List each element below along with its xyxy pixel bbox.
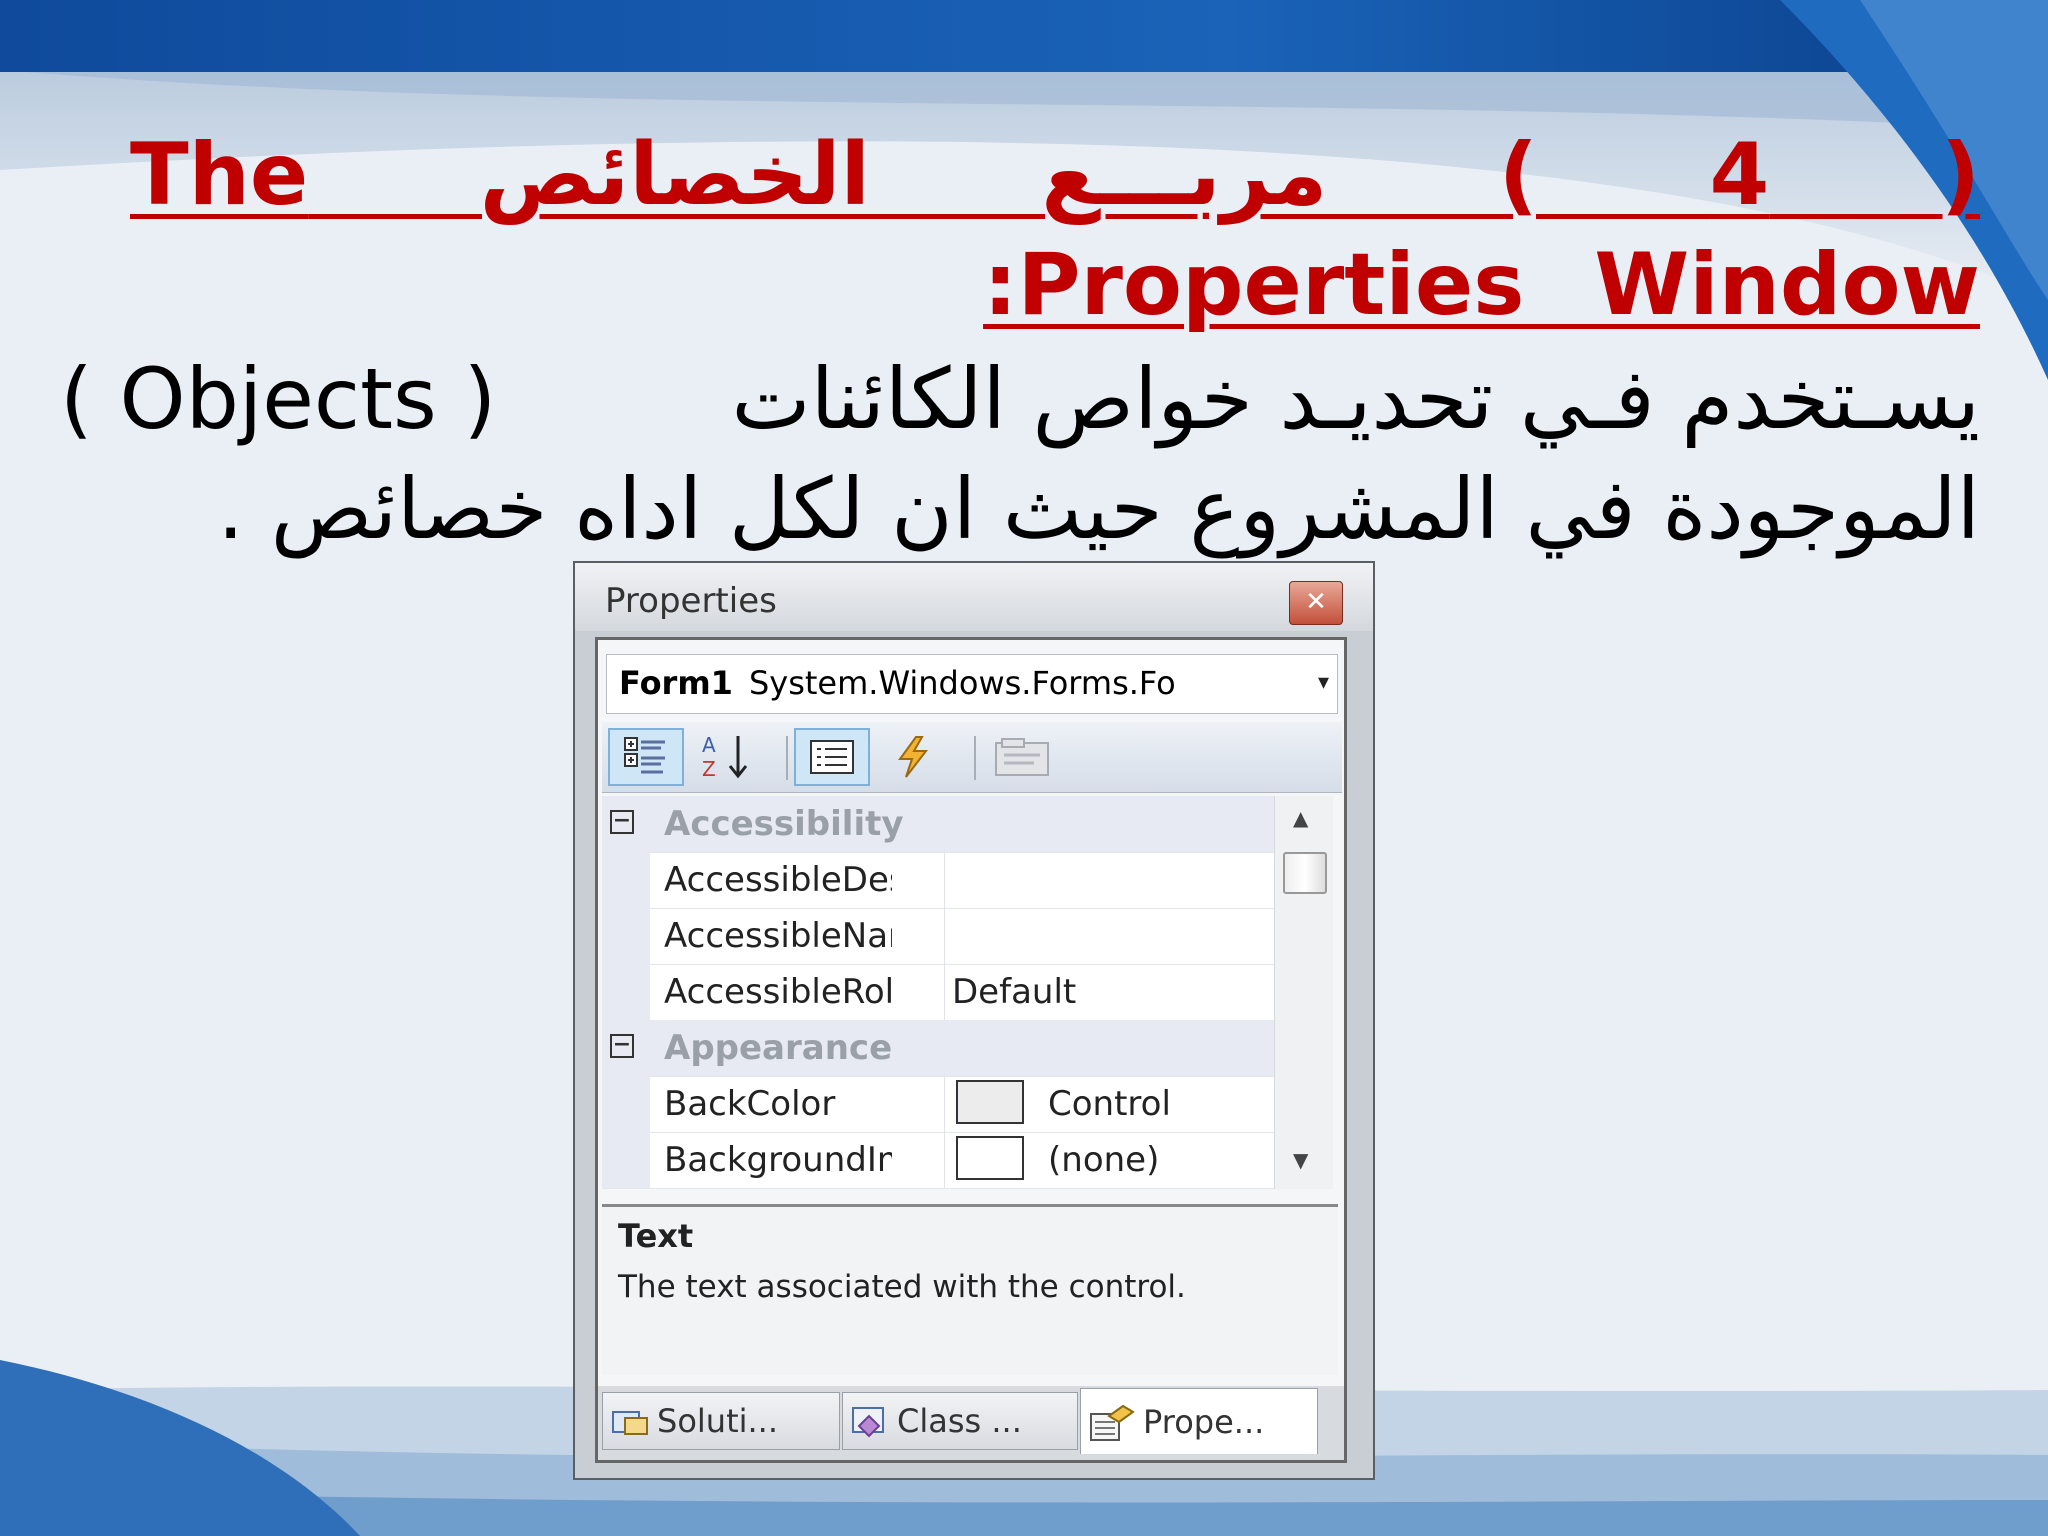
property-value[interactable]: (none): [1048, 1140, 1159, 1180]
body-line-1: يسـتخدم فـي تحديـد خواص الكائنات ( Objec…: [60, 344, 1980, 454]
categorized-icon: [624, 737, 665, 774]
properties-toolbar: A Z: [602, 722, 1342, 793]
description-text: The text associated with the control.: [618, 1269, 1186, 1305]
property-pages-button[interactable]: [984, 728, 1060, 786]
property-name: BackgroundIm: [664, 1140, 892, 1180]
category-appearance[interactable]: − Appearance: [602, 1020, 1274, 1077]
color-swatch: [956, 1080, 1024, 1124]
property-name: AccessibleNam: [664, 916, 892, 956]
property-value[interactable]: Default: [952, 972, 1076, 1012]
tab-label: Soluti...: [657, 1402, 779, 1440]
object-selector[interactable]: Form1 System.Windows.Forms.Fo ▾: [606, 654, 1338, 714]
property-row[interactable]: BackgroundIm (none): [602, 1132, 1274, 1189]
tab-properties[interactable]: Prope...: [1080, 1388, 1318, 1454]
property-row[interactable]: AccessibleRole Default: [602, 964, 1274, 1021]
scroll-down-icon[interactable]: ▼: [1293, 1148, 1308, 1172]
property-name: BackColor: [664, 1084, 836, 1124]
category-accessibility[interactable]: − Accessibility: [602, 796, 1274, 853]
properties-window: Properties ✕ Form1 System.Windows.Forms.F…: [573, 561, 1375, 1480]
property-pages-icon: [995, 738, 1049, 776]
tab-class-view[interactable]: Class ...: [842, 1392, 1078, 1450]
slide-body: يسـتخدم فـي تحديـد خواص الكائنات ( Objec…: [60, 344, 1980, 564]
svg-text:A: A: [702, 733, 716, 757]
description-pane: Text The text associated with the contro…: [602, 1204, 1338, 1375]
property-value[interactable]: Control: [1048, 1084, 1171, 1124]
svg-text:Z: Z: [702, 757, 716, 781]
properties-panel: Form1 System.Windows.Forms.Fo ▾ A Z − Ac…: [595, 637, 1347, 1463]
tab-label: Class ...: [897, 1402, 1022, 1440]
properties-tab-icon: [1090, 1404, 1135, 1441]
collapse-icon[interactable]: −: [610, 1034, 634, 1058]
body-line-2: الموجودة في المشروع حيث ان لكل اداه خصائ…: [217, 460, 1980, 558]
property-row[interactable]: BackColor Control: [602, 1076, 1274, 1133]
solution-explorer-icon: [612, 1411, 648, 1435]
property-name: AccessibleDesc: [664, 860, 892, 900]
category-name: Appearance: [664, 1028, 893, 1068]
slide-title: ( 4 ) مربـــع الخصائص The Properties Win…: [130, 125, 1981, 335]
chevron-down-icon[interactable]: ▾: [1318, 655, 1329, 711]
close-icon: ✕: [1305, 587, 1327, 617]
alphabetical-button[interactable]: A Z: [690, 728, 766, 786]
properties-icon: [810, 740, 854, 774]
body-line-1-arabic: يسـتخدم فـي تحديـد خواص الكائنات: [731, 350, 1980, 448]
category-name: Accessibility: [664, 804, 904, 844]
property-grid: − Accessibility AccessibleDesc Accessibl…: [602, 796, 1274, 1189]
description-title: Text: [618, 1217, 694, 1255]
property-name: AccessibleRole: [664, 972, 892, 1012]
scroll-up-icon[interactable]: ▲: [1293, 806, 1308, 830]
property-row[interactable]: AccessibleDesc: [602, 852, 1274, 909]
events-icon: [898, 736, 929, 778]
object-name: Form1: [619, 664, 733, 702]
window-title-bar[interactable]: Properties ✕: [575, 563, 1373, 631]
properties-view-button[interactable]: [794, 728, 870, 786]
alphabetical-icon: A Z: [702, 733, 748, 781]
scrollbar-thumb[interactable]: [1283, 852, 1327, 894]
tab-label: Prope...: [1143, 1402, 1265, 1441]
body-line-1-latin: ( Objects ): [60, 350, 497, 448]
image-swatch: [956, 1136, 1024, 1180]
categorized-button[interactable]: [608, 728, 684, 786]
tool-window-tabs: Soluti... Class ... Prope...: [598, 1386, 1344, 1460]
vertical-scrollbar[interactable]: ▲ ▼: [1274, 796, 1333, 1189]
tab-solution-explorer[interactable]: Soluti...: [602, 1392, 840, 1450]
events-button[interactable]: [874, 728, 950, 786]
collapse-icon[interactable]: −: [610, 810, 634, 834]
object-type: System.Windows.Forms.Fo: [748, 664, 1176, 702]
property-row[interactable]: AccessibleNam: [602, 908, 1274, 965]
close-button[interactable]: ✕: [1289, 581, 1343, 625]
class-view-icon: [852, 1407, 884, 1438]
window-title: Properties: [605, 581, 777, 621]
